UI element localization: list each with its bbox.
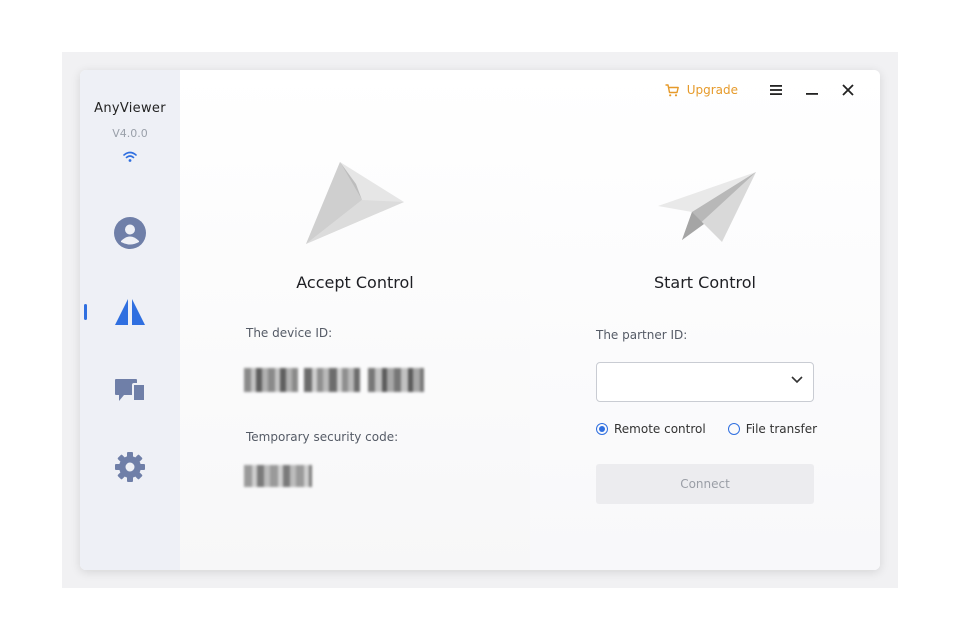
file-transfer-label[interactable]: File transfer bbox=[746, 422, 817, 436]
security-code-value bbox=[244, 465, 312, 487]
app-name: AnyViewer bbox=[94, 101, 166, 116]
gear-icon bbox=[115, 452, 145, 482]
wifi-icon bbox=[123, 151, 137, 162]
app-window: AnyViewer V4.0.0 Accept Control The devi… bbox=[80, 70, 880, 570]
file-transfer-radio[interactable] bbox=[727, 423, 740, 435]
chevron-down-icon[interactable] bbox=[791, 376, 803, 384]
titlebar-controls: Upgrade bbox=[665, 80, 866, 100]
user-circle-icon bbox=[114, 217, 146, 249]
devices-icon bbox=[115, 379, 146, 402]
mode-radio-group: Remote control File transfer bbox=[596, 422, 817, 436]
device-id-label: The device ID: bbox=[246, 326, 333, 340]
cart-icon bbox=[665, 83, 679, 96]
sidebar-item-settings[interactable] bbox=[110, 447, 150, 487]
start-control-panel: Start Control The partner ID: Remote con… bbox=[530, 70, 880, 570]
partner-id-label: The partner ID: bbox=[596, 328, 688, 342]
close-icon bbox=[842, 84, 854, 96]
accept-control-panel: Accept Control The device ID: Temporary … bbox=[180, 70, 530, 570]
paper-plane-flying-illustration bbox=[658, 172, 756, 242]
upgrade-label: Upgrade bbox=[686, 83, 738, 97]
minimize-button[interactable] bbox=[794, 80, 830, 100]
hamburger-icon bbox=[770, 85, 782, 95]
sidebar-item-devices[interactable] bbox=[110, 369, 150, 409]
remote-control-radio[interactable] bbox=[596, 423, 608, 435]
minimize-icon bbox=[806, 93, 818, 95]
sidebar-item-account[interactable] bbox=[110, 213, 150, 253]
active-indicator bbox=[84, 304, 87, 320]
accept-control-title: Accept Control bbox=[296, 273, 414, 292]
menu-button[interactable] bbox=[758, 80, 794, 100]
paper-plane-illustration bbox=[306, 162, 404, 244]
security-code-label: Temporary security code: bbox=[246, 430, 399, 444]
connect-button[interactable]: Connect bbox=[596, 464, 814, 504]
sidebar: AnyViewer V4.0.0 bbox=[80, 70, 180, 570]
start-control-title: Start Control bbox=[653, 273, 756, 292]
remote-control-label[interactable]: Remote control bbox=[614, 422, 706, 436]
app-version: V4.0.0 bbox=[112, 127, 148, 140]
close-button[interactable] bbox=[830, 80, 866, 100]
anyviewer-logo-icon bbox=[115, 299, 145, 325]
main-area: Accept Control The device ID: Temporary … bbox=[180, 70, 880, 570]
upgrade-button[interactable]: Upgrade bbox=[665, 83, 738, 97]
sidebar-item-connect[interactable] bbox=[110, 292, 150, 332]
partner-id-input[interactable] bbox=[596, 362, 814, 402]
